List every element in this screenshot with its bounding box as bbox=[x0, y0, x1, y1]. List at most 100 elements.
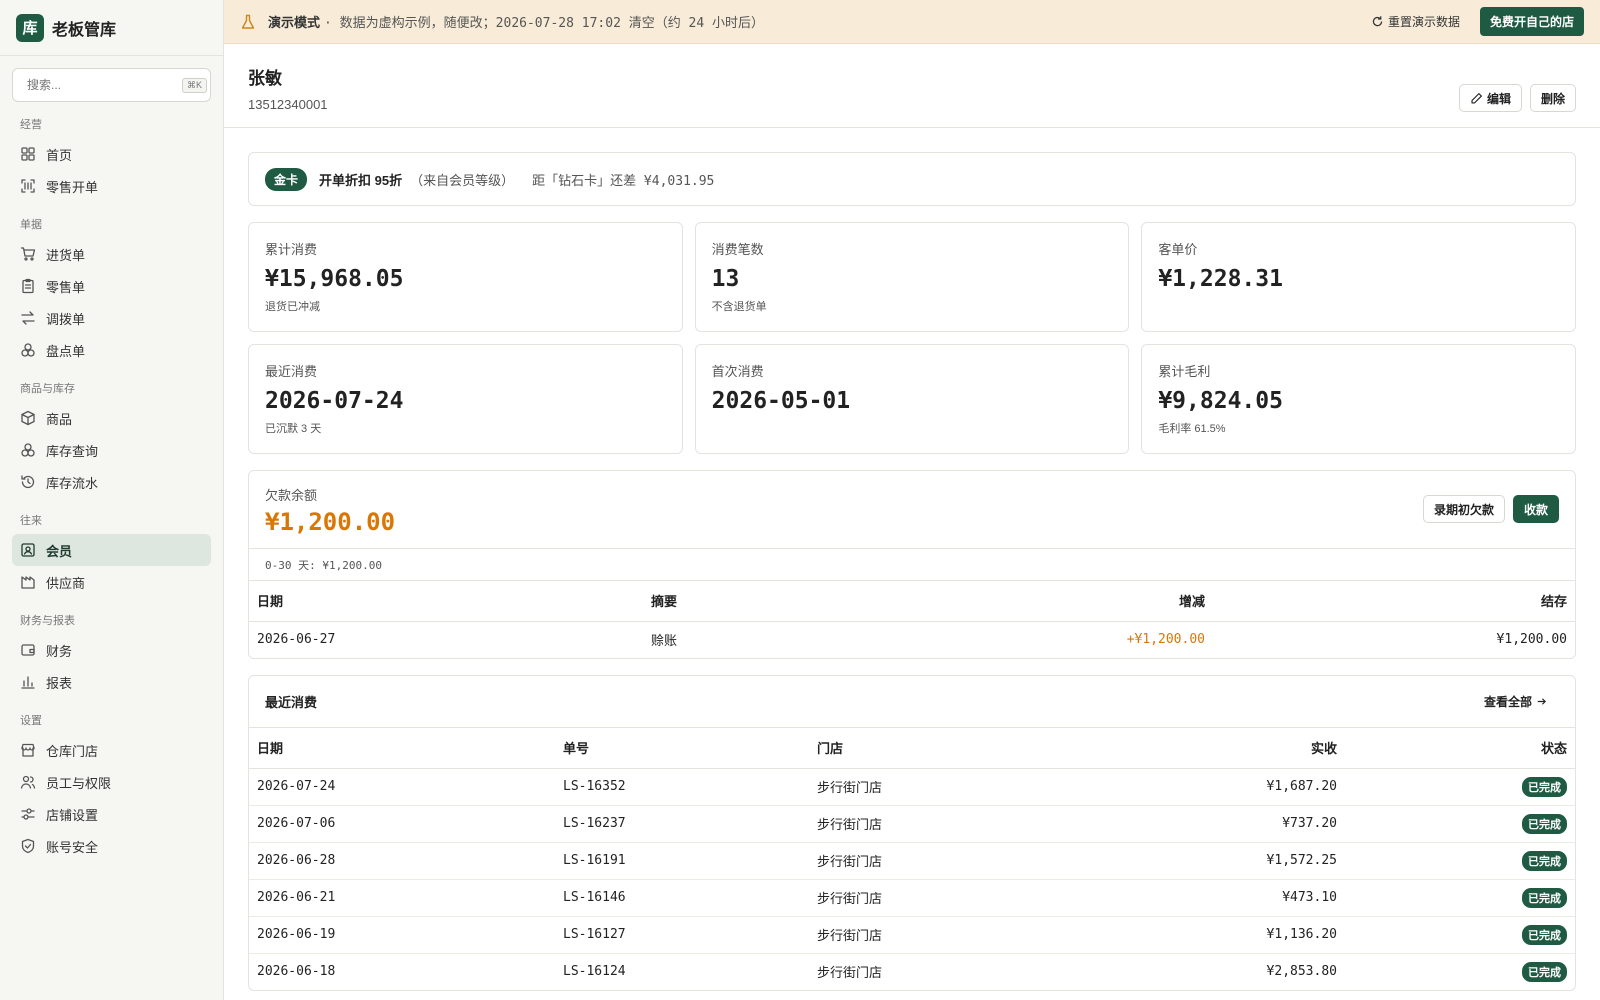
nav-section: 商品与库存商品库存查询库存流水 bbox=[0, 366, 223, 498]
stat-note: 已沉默 3 天 bbox=[265, 423, 322, 435]
sidebar-item-label: 仓库门店 bbox=[46, 743, 99, 759]
sidebar-item[interactable]: 仓库门店 bbox=[12, 734, 211, 766]
sidebar-item[interactable]: 会员 bbox=[12, 534, 211, 566]
stat-value: 13 bbox=[711, 266, 740, 292]
sidebar-item-label: 零售开单 bbox=[46, 179, 99, 195]
cell-amount: ¥2,853.80 bbox=[1266, 964, 1337, 980]
view-all-link[interactable]: 查看全部 bbox=[1484, 693, 1547, 710]
sidebar-item[interactable]: 库存查询 bbox=[12, 434, 211, 466]
cell-store: 步行街门店 bbox=[809, 916, 1079, 954]
cell-order-no[interactable]: LS-16237 bbox=[555, 805, 809, 843]
col-order-no: 单号 bbox=[555, 728, 809, 769]
sidebar: 库 老板管库 ⌘K 经营首页零售开单单据进货单零售单调拨单盘点单商品与库存商品库… bbox=[0, 0, 224, 1000]
table-row: 2026-06-27 赊账 +¥1,200.00 ¥1,200.00 bbox=[249, 621, 1575, 658]
sidebar-item-label: 库存流水 bbox=[46, 475, 99, 491]
collect-button[interactable]: 收款 bbox=[1512, 495, 1559, 523]
reset-demo-button[interactable]: 重置演示数据 bbox=[1371, 13, 1460, 30]
sidebar-nav: 经营 首页 零售开单 单据 进货单 零售单 调拨单 盘点单 商品与库存 商品 库存查询 库存流水 往来会… bbox=[0, 102, 223, 862]
sidebar-item[interactable]: 零售单 bbox=[12, 270, 211, 302]
tier-card: 金卡 开单折扣 95折 （来自会员等级） 距「钻石卡」还差 ¥4,031.95 bbox=[248, 152, 1576, 206]
open-shop-button[interactable]: 免费开自己的店 bbox=[1479, 7, 1584, 36]
sidebar-item[interactable]: 商品 bbox=[12, 402, 211, 434]
cell-store: 步行街门店 bbox=[809, 805, 1079, 843]
sidebar-item[interactable]: 供应商 bbox=[12, 566, 211, 598]
debt-actions: 录期初欠款 收款 bbox=[1422, 495, 1559, 523]
edit-label: 编辑 bbox=[1486, 91, 1511, 106]
sidebar-item[interactable]: 员工与权限 bbox=[12, 766, 211, 798]
sidebar-item-label: 调拨单 bbox=[46, 311, 86, 327]
status-badge: 已完成 bbox=[1522, 887, 1567, 908]
opening-debt-button[interactable]: 录期初欠款 bbox=[1422, 495, 1505, 523]
col-balance: 结存 bbox=[1213, 581, 1575, 622]
nav-heading: 设置 bbox=[20, 715, 42, 727]
debt-table-header: 日期 摘要 增减 结存 bbox=[249, 581, 1575, 622]
stat-card: 首次消费 2026-05-01 bbox=[694, 344, 1130, 454]
table-row[interactable]: 2026-07-24 LS-16352 步行街门店 ¥1,687.20 已完成 bbox=[249, 768, 1575, 806]
transfer-icon bbox=[21, 311, 35, 325]
table-row[interactable]: 2026-06-28 LS-16191 步行街门店 ¥1,572.25 已完成 bbox=[249, 842, 1575, 880]
cell-status: 已完成 bbox=[1345, 879, 1575, 917]
cell-date: 2026-06-21 bbox=[249, 879, 555, 917]
search-shortcut: ⌘K bbox=[182, 77, 208, 93]
shield-icon bbox=[21, 838, 35, 854]
stats-grid: 累计消费 ¥15,968.05 退货已冲减 消费笔数 13 不含退货单 客单价 ¥1… bbox=[248, 222, 1576, 454]
cell-status: 已完成 bbox=[1345, 768, 1575, 806]
sidebar-item[interactable]: 首页 bbox=[12, 138, 211, 170]
cell-status: 已完成 bbox=[1345, 805, 1575, 843]
sidebar-item-label: 报表 bbox=[46, 675, 73, 691]
nav-section: 财务与报表 财务 报表 bbox=[0, 598, 223, 698]
sidebar-item-label: 会员 bbox=[46, 543, 73, 559]
cell-order-no[interactable]: LS-16146 bbox=[555, 879, 809, 917]
sidebar-item[interactable]: 店铺设置 bbox=[12, 798, 211, 830]
member-phone: 13512340001 bbox=[248, 97, 328, 112]
stat-label: 客单价 bbox=[1158, 242, 1198, 257]
status-badge: 已完成 bbox=[1522, 924, 1567, 945]
sidebar-item-label: 账号安全 bbox=[46, 839, 99, 855]
table-row[interactable]: 2026-06-21 LS-16146 步行街门店 ¥473.10 已完成 bbox=[249, 879, 1575, 917]
stat-card: 客单价 ¥1,228.31 bbox=[1141, 222, 1576, 332]
cell-order-no[interactable]: LS-16191 bbox=[555, 842, 809, 880]
pencil-icon bbox=[1471, 92, 1482, 104]
cell-order-no[interactable]: LS-16352 bbox=[555, 768, 809, 806]
delete-button[interactable]: 删除 bbox=[1529, 84, 1576, 112]
sidebar-item[interactable]: 进货单 bbox=[12, 238, 211, 270]
stat-value: 2026-05-01 bbox=[711, 388, 851, 414]
flask-icon bbox=[241, 14, 255, 29]
sidebar-item[interactable]: 零售开单 bbox=[12, 170, 211, 202]
sidebar-item[interactable]: 财务 bbox=[12, 634, 211, 666]
stat-card: 消费笔数 13 不含退货单 bbox=[694, 222, 1130, 332]
stat-card: 累计毛利 ¥9,824.05 毛利率 61.5% bbox=[1141, 344, 1576, 454]
sidebar-item-label: 库存查询 bbox=[46, 443, 99, 459]
brand[interactable]: 库 老板管库 bbox=[0, 0, 223, 56]
stat-card: 累计消费 ¥15,968.05 退货已冲减 bbox=[248, 222, 683, 332]
debt-summary: 欠款余额 ¥1,200.00 录期初欠款 收款 bbox=[249, 471, 1575, 549]
search-box[interactable]: ⌘K bbox=[12, 68, 211, 102]
cell-order-no[interactable]: LS-16127 bbox=[555, 916, 809, 954]
sidebar-item[interactable]: 报表 bbox=[12, 666, 211, 698]
nav-heading: 商品与库存 bbox=[20, 383, 75, 395]
search-input[interactable] bbox=[27, 78, 182, 92]
cell-order-no[interactable]: LS-16124 bbox=[555, 953, 809, 990]
wallet-icon bbox=[21, 644, 35, 656]
cell-change: +¥1,200.00 bbox=[1126, 632, 1205, 648]
stock-icon bbox=[21, 443, 35, 457]
stat-label: 累计消费 bbox=[265, 242, 318, 257]
recent-title: 最近消费 bbox=[265, 695, 318, 710]
sidebar-item[interactable]: 库存流水 bbox=[12, 466, 211, 498]
sidebar-item[interactable]: 盘点单 bbox=[12, 334, 211, 366]
table-row[interactable]: 2026-07-06 LS-16237 步行街门店 ¥737.20 已完成 bbox=[249, 805, 1575, 843]
nav-section: 往来 会员 供应商 bbox=[0, 498, 223, 598]
sidebar-item[interactable]: 调拨单 bbox=[12, 302, 211, 334]
cell-store: 步行街门店 bbox=[817, 965, 883, 981]
cell-date: 2026-06-27 bbox=[257, 632, 336, 648]
table-row[interactable]: 2026-06-19 LS-16127 步行街门店 ¥1,136.20 已完成 bbox=[249, 916, 1575, 954]
stat-value: ¥9,824.05 bbox=[1158, 388, 1283, 414]
package-icon bbox=[21, 410, 35, 426]
sidebar-item-label: 店铺设置 bbox=[46, 807, 99, 823]
grid-icon bbox=[21, 147, 35, 161]
table-row[interactable]: 2026-06-18 LS-16124 步行街门店 ¥2,853.80 已完成 bbox=[249, 953, 1575, 990]
sidebar-item[interactable]: 账号安全 bbox=[12, 830, 211, 862]
col-summary: 摘要 bbox=[643, 581, 923, 622]
cell-date: 2026-07-06 bbox=[249, 805, 555, 843]
edit-button[interactable]: 编辑 bbox=[1458, 84, 1522, 112]
